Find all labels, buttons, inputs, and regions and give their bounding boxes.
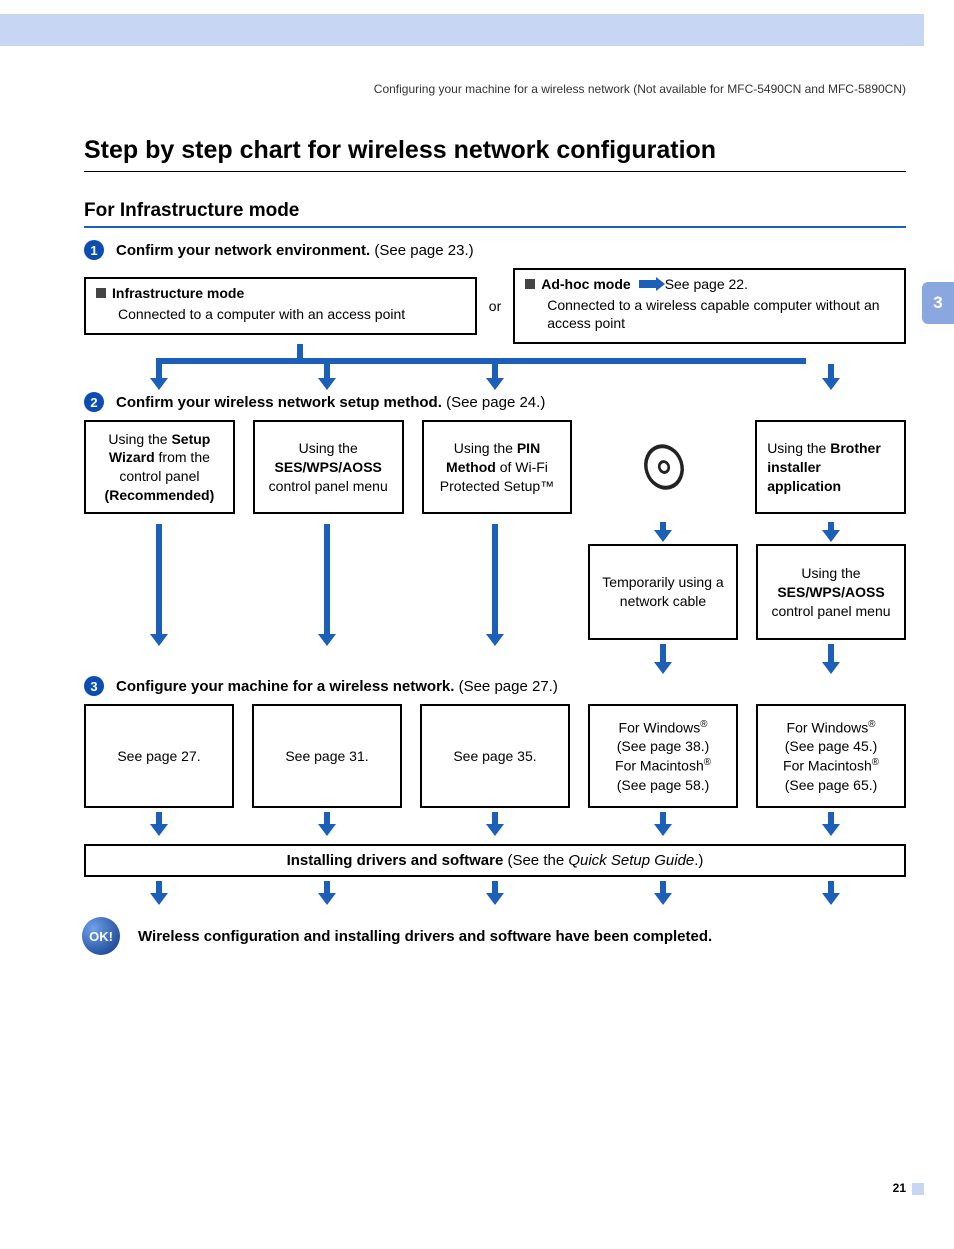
method-pin: Using the PIN Method of Wi-Fi Protected … (422, 420, 573, 514)
complete-text: Wireless configuration and installing dr… (138, 928, 712, 945)
chapter-tab: 3 (922, 282, 954, 324)
step-3: 3 Configure your machine for a wireless … (84, 676, 906, 696)
arrow-row-4 (84, 877, 906, 895)
arrow-down-icon (252, 364, 402, 380)
step-3-badge: 3 (84, 676, 104, 696)
install-bar: Installing drivers and software (See the… (84, 844, 906, 877)
page-content: Step by step chart for wireless network … (0, 136, 954, 955)
mode-row: Infrastructure mode Connected to a compu… (84, 268, 906, 344)
section-subtitle: For Infrastructure mode (84, 200, 906, 228)
arrow-down-icon (420, 808, 570, 826)
method-setup-wizard: Using the Setup Wizard from the control … (84, 420, 235, 514)
install-end: .) (694, 852, 703, 869)
or-separator: or (487, 298, 503, 314)
arrow-down-icon (756, 877, 906, 895)
arrow-down-icon (756, 808, 906, 826)
connector (84, 344, 906, 358)
arrow-down-icon (756, 364, 906, 380)
step-1-ref: (See page 23.) (370, 242, 473, 259)
arrow-row-3 (84, 808, 906, 826)
arrow-down-icon (756, 640, 906, 664)
top-bar (0, 14, 924, 46)
step-3-bold: Configure your machine for a wireless ne… (116, 678, 454, 695)
step-1: 1 Confirm your network environment. (See… (84, 240, 906, 260)
step-2-ref: (See page 24.) (442, 394, 545, 411)
bullet-icon (96, 288, 106, 298)
arrow-down-icon (252, 520, 402, 640)
ref-page-35: See page 35. (420, 704, 570, 808)
step-2-badge: 2 (84, 392, 104, 412)
step-1-bold: Confirm your network environment. (116, 242, 370, 259)
arrow-down-icon (252, 808, 402, 826)
arrow-down-icon (756, 520, 906, 532)
adhoc-title: Ad-hoc mode See page 22. (525, 276, 894, 292)
method-brother-installer: Using the Brother installer application (755, 420, 906, 514)
adhoc-ref: See page 22. (665, 276, 748, 292)
arrow-down-icon (588, 808, 738, 826)
arrow-down-icon (588, 520, 738, 532)
arrow-down-icon (84, 364, 234, 380)
arrow-down-icon (420, 364, 570, 380)
arrow-down-icon (588, 640, 738, 664)
adhoc-desc: Connected to a wireless capable computer… (525, 296, 894, 332)
install-bold: Installing drivers and software (287, 852, 504, 869)
ref-win-mac-2: For Windows® (See page 45.) For Macintos… (756, 704, 906, 808)
arrow-down-icon (420, 520, 570, 640)
ok-badge: OK! (82, 917, 120, 955)
arrow-down-icon (84, 520, 234, 640)
arrow-row-1 (84, 364, 906, 380)
sub-ses-wps-aoss: Using the SES/WPS/AOSS control panel men… (756, 544, 906, 640)
pagenum-bar (912, 1183, 924, 1195)
cd-icon (638, 439, 689, 495)
step-1-badge: 1 (84, 240, 104, 260)
cd-icon-cell (590, 420, 737, 514)
step-2-text: Confirm your wireless network setup meth… (116, 394, 545, 411)
ok-row: OK! Wireless configuration and installin… (84, 917, 906, 955)
method-ses-wps-aoss: Using the SES/WPS/AOSS control panel men… (253, 420, 404, 514)
step-3-text: Configure your machine for a wireless ne… (116, 678, 558, 695)
install-rest: (See the (503, 852, 568, 869)
method-row: Using the Setup Wizard from the control … (84, 420, 906, 514)
ref-page-27: See page 27. (84, 704, 234, 808)
arrow-down-icon (84, 877, 234, 895)
step-2-bold: Confirm your wireless network setup meth… (116, 394, 442, 411)
sub-network-cable: Temporarily using a network cable (588, 544, 738, 640)
page-number: 21 (893, 1181, 906, 1195)
adhoc-title-text: Ad-hoc mode (541, 276, 630, 292)
arrow-down-icon (84, 808, 234, 826)
arrow-down-icon (252, 877, 402, 895)
step-2: 2 Confirm your wireless network setup me… (84, 392, 906, 412)
bullet-icon (525, 279, 535, 289)
step-1-text: Confirm your network environment. (See p… (116, 242, 474, 259)
infrastructure-mode-box: Infrastructure mode Connected to a compu… (84, 277, 477, 335)
arrow-down-icon (588, 877, 738, 895)
infrastructure-title-text: Infrastructure mode (112, 285, 244, 301)
ref-win-mac-1: For Windows® (See page 38.) For Macintos… (588, 704, 738, 808)
arrow-down-icon (588, 364, 738, 380)
header-text: Configuring your machine for a wireless … (0, 46, 954, 96)
infrastructure-desc: Connected to a computer with an access p… (96, 305, 465, 323)
page-title: Step by step chart for wireless network … (84, 136, 906, 172)
adhoc-mode-box: Ad-hoc mode See page 22. Connected to a … (513, 268, 906, 344)
ref-page-31: See page 31. (252, 704, 402, 808)
arrow-down-icon (420, 877, 570, 895)
install-italic: Quick Setup Guide (568, 852, 694, 869)
step-3-ref: (See page 27.) (454, 678, 557, 695)
arrow-right-icon (639, 280, 657, 288)
reference-row: See page 27. See page 31. See page 35. F… (84, 704, 906, 808)
sub-row: Temporarily using a network cable Using … (84, 520, 906, 640)
infrastructure-title: Infrastructure mode (96, 285, 465, 301)
